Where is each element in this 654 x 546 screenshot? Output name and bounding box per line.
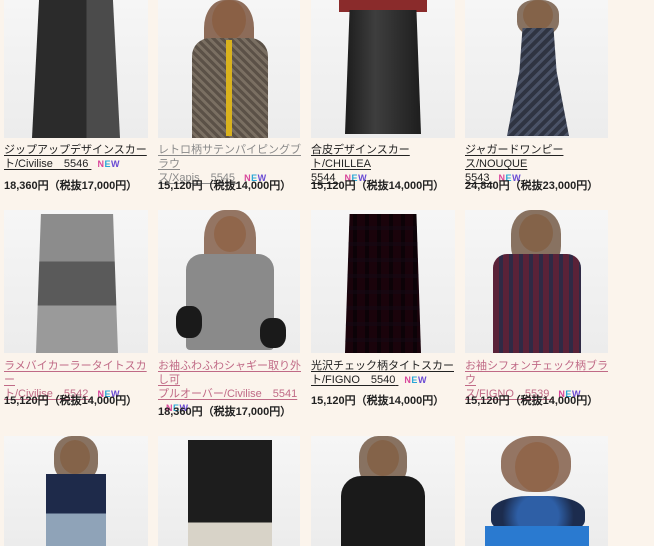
skirt-shape — [188, 440, 272, 546]
knit-skirt-shape — [36, 214, 118, 353]
product-title-link[interactable]: ジップアップデザインスカー ト/Civilise 5546 NEW — [4, 143, 148, 171]
product-price: 18,360円（税抜17,000円） — [158, 406, 292, 418]
dress-shape — [507, 28, 569, 136]
new-badge-icon: NEW — [97, 159, 120, 169]
title-line-1: 光沢チェック柄タイトスカー — [311, 360, 454, 372]
title-line-2: ト/FIGNO 5540 — [311, 374, 396, 386]
leather-skirt-shape — [345, 10, 421, 134]
title-line-1: お袖ふわふわシャギー取り外し可 — [158, 360, 301, 386]
title-line-1: ジップアップデザインスカー — [4, 144, 147, 156]
shaggy-cuff-left — [176, 306, 202, 338]
product-price: 15,120円（税抜14,000円） — [311, 395, 445, 407]
product-image[interactable] — [311, 0, 455, 138]
new-badge-icon: NEW — [404, 375, 427, 385]
product-image[interactable] — [311, 436, 455, 546]
top-shape — [485, 526, 589, 546]
product-price: 24,840円（税抜23,000円） — [465, 180, 599, 192]
title-line-1: ジャガードワンピース/NOUQUE — [465, 144, 564, 170]
product-image[interactable] — [465, 210, 608, 353]
title-line-2: ト/Civilise 5546 — [4, 158, 89, 170]
product-price: 18,360円（税抜17,000円） — [4, 180, 138, 192]
product-image[interactable] — [158, 0, 300, 138]
shaggy-cuff-right — [260, 318, 286, 348]
product-image[interactable] — [158, 436, 300, 546]
top-shape — [341, 476, 425, 546]
product-price: 15,120円（税抜14,000円） — [4, 395, 138, 407]
product-image[interactable] — [311, 210, 455, 353]
product-image[interactable] — [4, 0, 148, 138]
yellow-piping — [226, 40, 232, 136]
top-shape — [46, 474, 106, 546]
title-line-2: プルオーバー/Civilise 5541 — [158, 388, 298, 400]
product-title-link[interactable]: 光沢チェック柄タイトスカー ト/FIGNO 5540 NEW — [311, 359, 455, 387]
model-hair — [501, 436, 571, 492]
product-image[interactable] — [4, 210, 148, 353]
product-image[interactable] — [465, 0, 608, 138]
product-image[interactable] — [158, 210, 300, 353]
product-price: 15,120円（税抜14,000円） — [465, 395, 599, 407]
title-line-1: レトロ柄サテンパイピングブラウ — [158, 144, 301, 170]
title-line-1: お袖シフォンチェック柄ブラウ — [465, 360, 608, 386]
blouse-shape — [493, 254, 581, 353]
title-line-1: 合皮デザインスカート/CHILLEA — [311, 144, 410, 170]
product-image[interactable] — [465, 436, 608, 546]
product-price: 15,120円（税抜14,000円） — [311, 180, 445, 192]
product-image[interactable] — [4, 436, 148, 546]
check-skirt-bands — [345, 214, 421, 353]
title-line-1: ラメバイカーラータイトスカー — [4, 360, 147, 386]
skirt-shape — [32, 0, 120, 138]
product-price: 15,120円（税抜14,000円） — [158, 180, 292, 192]
